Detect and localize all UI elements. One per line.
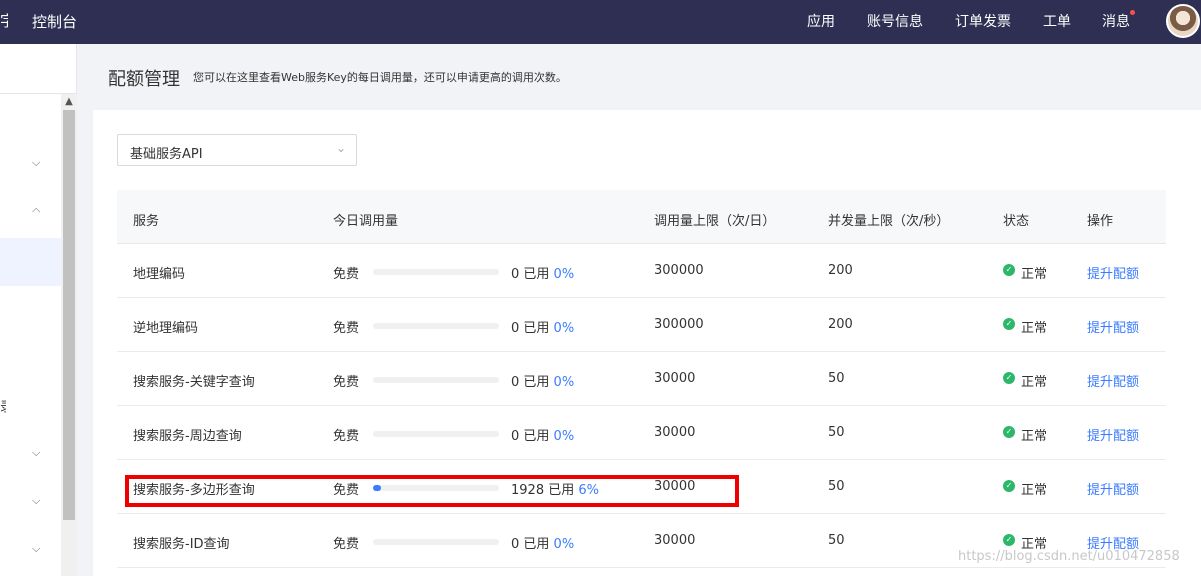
concurrency-limit: 200 (828, 317, 853, 332)
daily-limit: 300000 (654, 263, 704, 278)
usage-progress-bar (373, 539, 499, 545)
nav-account[interactable]: 账号信息 (867, 11, 923, 31)
service-name: 逆地理编码 (133, 321, 199, 336)
top-nav-bar: 字 控制台 应用 账号信息 订单发票 工单 消息 (0, 0, 1201, 44)
daily-limit: 30000 (654, 371, 696, 386)
usage-used: 0 已用 (511, 321, 550, 336)
scrollbar-thumb[interactable] (63, 110, 75, 520)
usage-used: 0 已用 (511, 429, 550, 444)
service-name: 地理编码 (133, 267, 186, 282)
unread-dot (1130, 10, 1135, 15)
daily-limit: 30000 (654, 533, 696, 548)
status-text: 正常 (1021, 321, 1048, 336)
select-value: 基础服务API (130, 147, 203, 162)
chevron-down-icon[interactable]: ⌵ (32, 542, 40, 556)
raise-quota-link[interactable]: 提升配额 (1087, 317, 1139, 336)
nav-apps[interactable]: 应用 (807, 11, 835, 31)
status-text: 正常 (1021, 483, 1048, 498)
concurrency-limit: 50 (828, 425, 845, 440)
sidebar-item-active[interactable] (0, 238, 61, 286)
usage-used: 0 已用 (511, 537, 550, 552)
watermark: https://blog.csdn.net/u010472858 (958, 549, 1180, 564)
raise-quota-link[interactable]: 提升配额 (1087, 479, 1139, 498)
tier-label: 免费 (333, 429, 360, 444)
concurrency-limit: 50 (828, 371, 845, 386)
tier-label: 免费 (333, 375, 360, 390)
status-ok-icon: ✓ (1003, 480, 1015, 492)
status-ok-icon: ✓ (1003, 318, 1015, 330)
status-ok-icon: ✓ (1003, 426, 1015, 438)
page-description: 您可以在这里查看Web服务Key的每日调用量，还可以申请更高的调用次数。 (193, 71, 567, 84)
usage-percent: 0% (553, 321, 575, 336)
raise-quota-link[interactable]: 提升配额 (1087, 371, 1139, 390)
usage-count: 0 已用 0% (511, 263, 574, 282)
header-service: 服务 (133, 214, 160, 229)
status-text: 正常 (1021, 375, 1048, 390)
tier-label: 免费 (333, 267, 360, 282)
usage-used: 0 已用 (511, 267, 550, 282)
usage-percent: 0% (553, 267, 575, 282)
sidebar-item-fragment: 录 (0, 396, 6, 414)
header-daily-limit: 调用量上限（次/日） (654, 214, 776, 229)
console-link[interactable]: 控制台 (32, 11, 77, 32)
raise-quota-link[interactable]: 提升配额 (1087, 425, 1139, 444)
nav-tickets[interactable]: 工单 (1043, 11, 1071, 31)
header-concurrency: 并发量上限（次/秒） (828, 214, 950, 229)
usage-count: 0 已用 0% (511, 317, 574, 336)
brand-fragment: 字 (0, 12, 8, 30)
daily-limit: 300000 (654, 317, 704, 332)
service-type-select[interactable]: 基础服务API ⌄ (117, 134, 357, 166)
header-action: 操作 (1087, 214, 1114, 229)
chevron-down-icon[interactable]: ⌵ (32, 156, 40, 170)
status-text: 正常 (1021, 267, 1048, 282)
highlight-box (125, 475, 739, 507)
avatar[interactable] (1166, 4, 1200, 38)
tier-label: 免费 (333, 537, 360, 552)
nav-invoices[interactable]: 订单发票 (955, 11, 1011, 31)
concurrency-limit: 50 (828, 479, 845, 494)
chevron-down-icon[interactable]: ⌵ (32, 446, 40, 460)
service-name: 搜索服务-周边查询 (133, 429, 242, 444)
header-status: 状态 (1003, 214, 1030, 229)
usage-percent: 0% (553, 375, 575, 390)
status-ok-icon: ✓ (1003, 372, 1015, 384)
raise-quota-link[interactable]: 提升配额 (1087, 263, 1139, 282)
tier-label: 免费 (333, 321, 360, 336)
status-text: 正常 (1021, 429, 1048, 444)
sidebar: ⌵ ⌵ 录 ⌵ ⌵ ⌵ ▲ (0, 44, 77, 576)
usage-progress-bar (373, 377, 499, 383)
usage-progress-bar (373, 269, 499, 275)
chevron-down-icon[interactable]: ⌵ (32, 494, 40, 508)
header-usage: 今日调用量 (333, 214, 399, 229)
usage-progress-bar (373, 431, 499, 437)
concurrency-limit: 200 (828, 263, 853, 278)
usage-count: 0 已用 0% (511, 425, 574, 444)
service-name: 搜索服务-ID查询 (133, 537, 230, 552)
chevron-down-icon: ⌄ (335, 141, 346, 155)
usage-percent: 0% (553, 429, 575, 444)
chevron-up-icon[interactable]: ⌵ (32, 204, 40, 218)
usage-progress-bar (373, 323, 499, 329)
daily-limit: 30000 (654, 425, 696, 440)
usage-used: 0 已用 (511, 375, 550, 390)
page-title: 配额管理 (108, 69, 180, 90)
service-name: 搜索服务-关键字查询 (133, 375, 255, 390)
usage-percent: 0% (553, 537, 575, 552)
status-ok-icon: ✓ (1003, 534, 1015, 546)
scroll-up-icon[interactable]: ▲ (63, 95, 75, 109)
usage-count: 0 已用 0% (511, 533, 574, 552)
status-ok-icon: ✓ (1003, 264, 1015, 276)
nav-messages[interactable]: 消息 (1102, 11, 1130, 31)
usage-count: 0 已用 0% (511, 371, 574, 390)
concurrency-limit: 50 (828, 533, 845, 548)
